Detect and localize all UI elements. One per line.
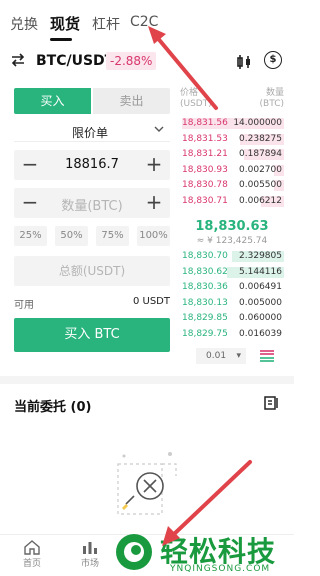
tab-margin[interactable]: 杠杆 [92, 14, 120, 34]
row-price: 18,829.75 [182, 328, 228, 339]
row-quantity: 0.006212 [239, 195, 282, 206]
bid-row[interactable]: 18,829.75 0.016039 [180, 328, 284, 341]
dollar-coin-icon[interactable]: $ [264, 51, 282, 69]
precision-select[interactable]: 0.01 ▾ [196, 348, 246, 364]
side-toggle: 买入 卖出 [14, 88, 170, 114]
depth-mode-icon[interactable] [258, 348, 276, 364]
row-price: 18,830.93 [182, 164, 228, 175]
row-price: 18,830.70 [182, 251, 228, 261]
order-history-icon[interactable] [264, 396, 280, 410]
order-type-label: 限价单 [72, 126, 109, 140]
ask-row[interactable]: 18,831.56 14.000000 [180, 117, 284, 130]
price-decrease-button[interactable]: − [20, 153, 40, 175]
nav-home[interactable]: 首页 [12, 539, 52, 569]
available-label: 可用 [14, 300, 34, 311]
last-price: 18,830.63 [195, 219, 269, 234]
chevron-down-icon: ▾ [236, 351, 241, 361]
percent-100-button[interactable]: 100% [137, 226, 170, 246]
nav-market[interactable]: 市场 [70, 539, 110, 569]
bid-row[interactable]: 18,830.70 2.329805 [180, 250, 284, 263]
row-quantity: 2.329805 [239, 251, 282, 261]
row-quantity: 5.144116 [239, 266, 282, 277]
watermark-subtext: YNQINGSONG.COM [170, 564, 271, 574]
home-icon [12, 539, 52, 555]
tab-exchange[interactable]: 兑换 [10, 14, 38, 34]
row-price: 18,830.78 [182, 180, 228, 190]
row-quantity: 0.005000 [239, 297, 282, 308]
row-price: 18,830.36 [182, 282, 228, 292]
sell-tab[interactable]: 卖出 [93, 88, 170, 114]
ask-row[interactable]: 18,830.71 0.006212 [180, 195, 284, 208]
price-increase-button[interactable]: + [144, 153, 164, 175]
total-input[interactable]: 总额(USDT) [14, 256, 170, 286]
amount-stepper: − 数量(BTC) + [14, 188, 170, 218]
row-price: 18,830.13 [182, 297, 228, 308]
row-quantity: 0.002700 [239, 164, 282, 175]
last-price-fiat: ≈ ¥ 123,425.74 [196, 236, 268, 246]
nav-home-label: 首页 [22, 559, 41, 569]
swap-arrows-icon[interactable] [10, 53, 26, 67]
watermark-circle-icon [116, 534, 152, 570]
chevron-down-icon [154, 122, 164, 136]
price-stepper: − 18816.7 + [14, 150, 170, 180]
price-input[interactable]: 18816.7 [44, 157, 140, 172]
bid-row[interactable]: 18,830.36 0.006491 [180, 281, 284, 294]
nav-market-label: 市场 [80, 559, 99, 569]
bid-row[interactable]: 18,830.13 0.005000 [180, 297, 284, 310]
trading-pair[interactable]: BTC/USDT [36, 53, 114, 69]
price-change-badge: -2.88% [106, 52, 157, 70]
qty-column-header: 数量 (BTC) [259, 88, 284, 109]
open-orders-title: 当前委托 (0) [14, 400, 92, 415]
row-quantity: 0.016039 [239, 328, 282, 339]
percent-75-button[interactable]: 75% [96, 226, 129, 246]
market-bars-icon [70, 539, 110, 555]
percent-50-button[interactable]: 50% [55, 226, 88, 246]
row-quantity: 14.000000 [233, 118, 282, 128]
ask-row[interactable]: 18,831.53 0.238275 [180, 133, 284, 146]
row-quantity: 0.060000 [239, 313, 282, 323]
amount-increase-button[interactable]: + [144, 191, 164, 213]
precision-value: 0.01 [206, 351, 227, 361]
row-price: 18,829.85 [182, 313, 228, 323]
amount-decrease-button[interactable]: − [20, 191, 40, 213]
row-quantity: 0.006491 [239, 282, 282, 292]
ask-row[interactable]: 18,830.78 0.005500 [180, 179, 284, 192]
row-price: 18,831.56 [182, 118, 228, 128]
ask-row[interactable]: 18,831.21 0.187894 [180, 148, 284, 161]
ask-row[interactable]: 18,830.93 0.002700 [180, 164, 284, 177]
row-quantity: 0.187894 [239, 149, 282, 159]
section-divider [0, 376, 294, 384]
price-column-header: 价格 (USDT) [180, 88, 212, 109]
row-price: 18,830.71 [182, 195, 228, 206]
active-tab-indicator [50, 38, 72, 41]
market-tabs: 兑换 现货 杠杆 C2C [0, 0, 294, 46]
buy-btc-button[interactable]: 买入 BTC [14, 318, 170, 352]
amount-input[interactable]: 数量(BTC) [44, 195, 140, 214]
pair-header: BTC/USDT -2.88% $ [0, 46, 294, 76]
tab-c2c[interactable]: C2C [130, 14, 158, 30]
bid-row[interactable]: 18,830.62 5.144116 [180, 266, 284, 279]
buy-tab[interactable]: 买入 [14, 88, 91, 114]
row-price: 18,831.53 [182, 133, 228, 144]
row-price: 18,830.62 [182, 266, 228, 277]
row-quantity: 0.238275 [239, 133, 282, 144]
watermark-logo: 轻松科技 YNQINGSONG.COM [106, 530, 294, 574]
tab-spot[interactable]: 现货 [50, 13, 80, 34]
available-value: 0 USDT [132, 296, 170, 307]
empty-document-icon [112, 446, 188, 522]
order-type-select[interactable]: 限价单 [14, 120, 170, 142]
row-quantity: 0.005500 [239, 180, 282, 190]
bid-row[interactable]: 18,829.85 0.060000 [180, 312, 284, 325]
row-price: 18,831.21 [182, 149, 228, 159]
candlestick-icon[interactable] [236, 54, 252, 70]
percent-25-button[interactable]: 25% [14, 226, 47, 246]
